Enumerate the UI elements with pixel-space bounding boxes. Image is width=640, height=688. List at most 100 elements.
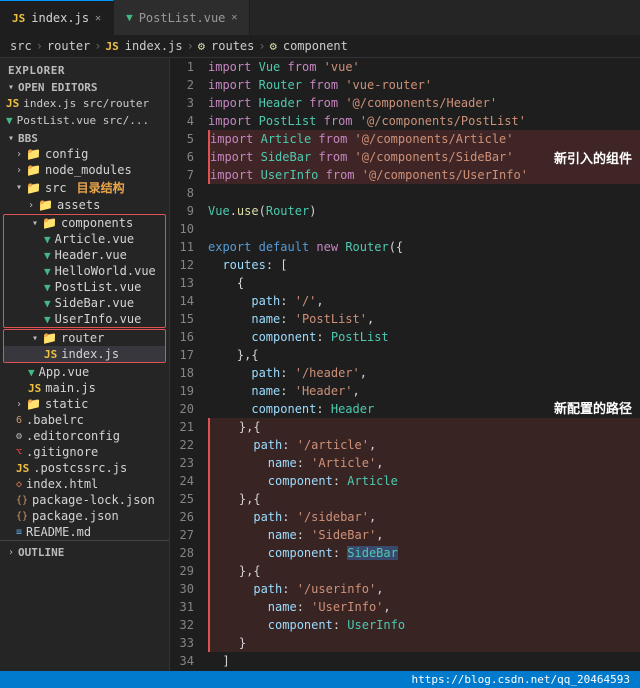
sidebar-item-components[interactable]: ▾ 📁 components bbox=[4, 215, 165, 231]
sidebar-item-babelrc[interactable]: 6 .babelrc bbox=[0, 412, 169, 428]
vue-icon-helloworld: ▼ bbox=[44, 265, 51, 278]
code-line-2: import Router from 'vue-router' bbox=[208, 76, 640, 94]
postlist-vue-label: PostList.vue bbox=[55, 280, 142, 294]
bbs-section[interactable]: ▾ BBS bbox=[0, 131, 169, 146]
sidebar-item-helloworld-vue[interactable]: ▼ HelloWorld.vue bbox=[4, 263, 165, 279]
code-line-13: { bbox=[208, 274, 640, 292]
tab-postlist-vue[interactable]: ▼ PostList.vue ✕ bbox=[114, 0, 250, 35]
breadcrumb-indexjs[interactable]: index.js bbox=[125, 39, 183, 53]
code-line-5: import Article from '@/components/Articl… bbox=[208, 130, 640, 148]
code-line-8 bbox=[208, 184, 640, 202]
js-icon-main: JS bbox=[28, 382, 41, 395]
breadcrumb-routes[interactable]: routes bbox=[211, 39, 254, 53]
folder-icon-config: 📁 bbox=[26, 147, 41, 161]
sidebar-item-userinfo-vue[interactable]: ▼ UserInfo.vue bbox=[4, 311, 165, 327]
open-editor-indexjs-label: index.js src/router bbox=[23, 97, 149, 110]
json-icon-pkg: {} bbox=[16, 511, 28, 522]
vue-icon-sidebar: ▼ bbox=[44, 297, 51, 310]
folder-icon-router: 📁 bbox=[42, 331, 57, 345]
sidebar-item-package-lock[interactable]: {} package-lock.json bbox=[0, 492, 169, 508]
src-label: src bbox=[45, 181, 67, 195]
outline-section: › OUTLINE bbox=[0, 540, 169, 564]
sidebar-item-app-vue[interactable]: ▼ App.vue bbox=[0, 364, 169, 380]
readme-label: README.md bbox=[26, 525, 91, 539]
folder-icon-components: 📁 bbox=[42, 216, 57, 230]
folder-icon-src: 📁 bbox=[26, 181, 41, 195]
sidebar-item-index-html[interactable]: ◇ index.html bbox=[0, 476, 169, 492]
tab-index-js[interactable]: JS index.js ✕ bbox=[0, 0, 114, 35]
open-editor-postlist[interactable]: ▼ PostList.vue src/... bbox=[0, 112, 169, 129]
code-line-31: name: 'UserInfo', bbox=[208, 598, 640, 616]
article-vue-label: Article.vue bbox=[55, 232, 134, 246]
main-layout: EXPLORER ▾ OPEN EDITORS JS index.js src/… bbox=[0, 58, 640, 671]
sidebar-item-readme[interactable]: ≡ README.md bbox=[0, 524, 169, 540]
sidebar-item-postcssrc[interactable]: JS .postcssrc.js bbox=[0, 460, 169, 476]
sidebar-item-static[interactable]: › 📁 static bbox=[0, 396, 169, 412]
editorconfig-label: .editorconfig bbox=[26, 429, 120, 443]
html-icon: ◇ bbox=[16, 479, 22, 490]
code-line-35: }) bbox=[208, 670, 640, 671]
open-editors-title: OPEN EDITORS bbox=[18, 81, 97, 94]
code-line-9: Vue.use(Router) bbox=[208, 202, 640, 220]
code-line-10 bbox=[208, 220, 640, 238]
sidebar-item-article-vue[interactable]: ▼ Article.vue bbox=[4, 231, 165, 247]
breadcrumb-router[interactable]: router bbox=[47, 39, 90, 53]
breadcrumb-func-icon: ⚙ bbox=[198, 39, 205, 53]
sidebar-item-header-vue[interactable]: ▼ Header.vue bbox=[4, 247, 165, 263]
node-modules-label: node_modules bbox=[45, 163, 132, 177]
helloworld-vue-label: HelloWorld.vue bbox=[55, 264, 156, 278]
vue-file-icon: ▼ bbox=[6, 114, 13, 127]
sidebar-item-postlist-vue[interactable]: ▼ PostList.vue bbox=[4, 279, 165, 295]
sidebar-item-package-json[interactable]: {} package.json bbox=[0, 508, 169, 524]
sidebar-item-gitignore[interactable]: ⌥ .gitignore bbox=[0, 444, 169, 460]
explorer-title: EXPLORER bbox=[0, 58, 169, 80]
tab-label-index-js: index.js bbox=[31, 11, 89, 25]
code-line-16: component: PostList bbox=[208, 328, 640, 346]
sidebar-item-assets[interactable]: › 📁 assets bbox=[0, 197, 169, 213]
sidebar: EXPLORER ▾ OPEN EDITORS JS index.js src/… bbox=[0, 58, 170, 671]
open-editors-section[interactable]: ▾ OPEN EDITORS bbox=[0, 80, 169, 95]
js-icon-postcss: JS bbox=[16, 462, 29, 475]
breadcrumb-sep3: › bbox=[187, 39, 194, 53]
footer-url: https://blog.csdn.net/qq_20464593 bbox=[0, 671, 640, 688]
open-editor-postlist-label: PostList.vue src/... bbox=[17, 114, 149, 127]
folder-icon-assets: 📁 bbox=[38, 198, 53, 212]
breadcrumb-sep2: › bbox=[94, 39, 101, 53]
vue-icon-header: ▼ bbox=[44, 249, 51, 262]
tab-bar: JS index.js ✕ ▼ PostList.vue ✕ bbox=[0, 0, 640, 35]
header-vue-label: Header.vue bbox=[55, 248, 127, 262]
code-line-18: path: '/header', bbox=[208, 364, 640, 382]
code-line-29: },{ bbox=[208, 562, 640, 580]
annotation-new-routes: 新配置的路径 bbox=[554, 398, 632, 417]
code-line-33: } bbox=[208, 634, 640, 652]
outline-title-item[interactable]: › OUTLINE bbox=[0, 545, 169, 560]
code-line-30: path: '/userinfo', bbox=[208, 580, 640, 598]
code-line-4: import PostList from '@/components/PostL… bbox=[208, 112, 640, 130]
breadcrumb-component[interactable]: component bbox=[283, 39, 348, 53]
sidebar-item-main-js[interactable]: JS main.js bbox=[0, 380, 169, 396]
sidebar-item-node-modules[interactable]: › 📁 node_modules bbox=[0, 162, 169, 178]
tab-close-index-js[interactable]: ✕ bbox=[95, 13, 101, 24]
static-chevron: › bbox=[16, 399, 22, 410]
code-line-21: },{ bbox=[208, 418, 640, 436]
sidebar-item-editorconfig[interactable]: ⚙ .editorconfig bbox=[0, 428, 169, 444]
annotation-new-components: 新引入的组件 bbox=[554, 148, 632, 167]
code-line-25: },{ bbox=[208, 490, 640, 508]
app-vue-label: App.vue bbox=[39, 365, 90, 379]
code-line-3: import Header from '@/components/Header' bbox=[208, 94, 640, 112]
package-json-label: package.json bbox=[32, 509, 119, 523]
sidebar-item-router-indexjs[interactable]: JS index.js bbox=[4, 346, 165, 362]
code-area[interactable]: 12345 678910 1112131415 1617181920 21222… bbox=[170, 58, 640, 671]
code-line-7: import UserInfo from '@/components/UserI… bbox=[208, 166, 640, 184]
tab-close-postlist-vue[interactable]: ✕ bbox=[231, 12, 237, 23]
sidebar-item-sidebar-vue[interactable]: ▼ SideBar.vue bbox=[4, 295, 165, 311]
sidebar-item-config[interactable]: › 📁 config bbox=[0, 146, 169, 162]
userinfo-vue-label: UserInfo.vue bbox=[55, 312, 142, 326]
sidebar-item-src[interactable]: ▾ 📁 src 目录结构 bbox=[0, 178, 169, 197]
git-icon: ⌥ bbox=[16, 447, 22, 458]
open-editor-indexjs[interactable]: JS index.js src/router bbox=[0, 95, 169, 112]
gitignore-label: .gitignore bbox=[26, 445, 98, 459]
sidebar-item-router[interactable]: ▾ 📁 router bbox=[4, 330, 165, 346]
breadcrumb-src[interactable]: src bbox=[10, 39, 32, 53]
code-line-14: path: '/', bbox=[208, 292, 640, 310]
